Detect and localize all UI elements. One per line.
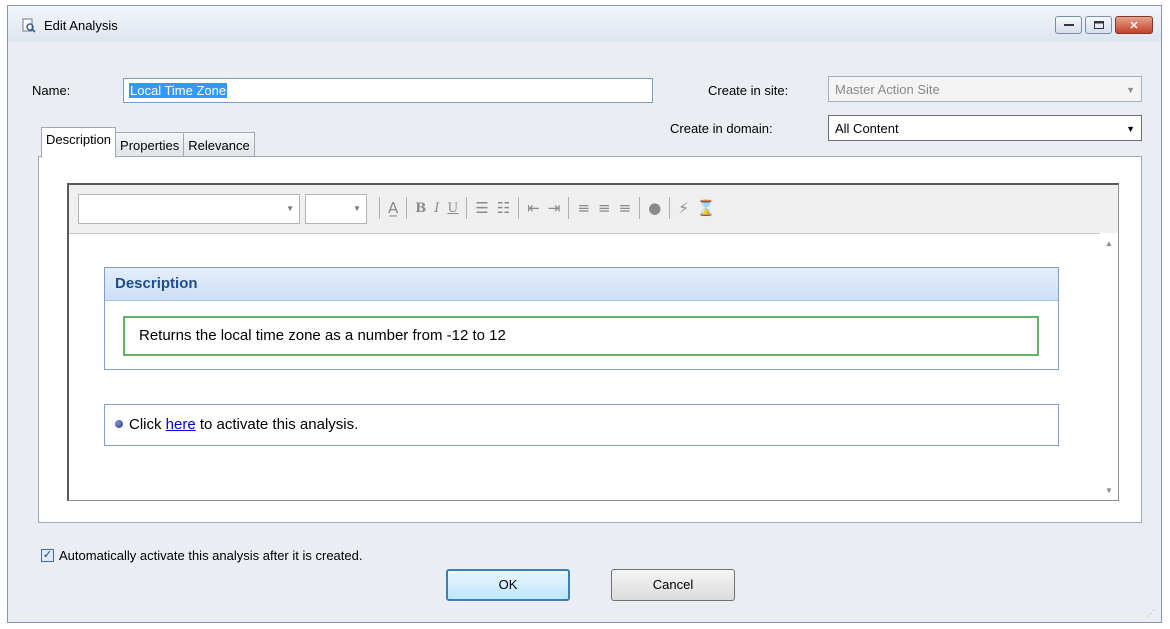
- align-right-icon[interactable]: ≡: [619, 199, 632, 217]
- domain-label: Create in domain:: [670, 121, 773, 136]
- outdent-icon[interactable]: ⇤: [527, 199, 540, 217]
- underline-icon[interactable]: U: [447, 201, 458, 216]
- activate-prefix: Click: [129, 416, 166, 433]
- chevron-down-icon: ▼: [1126, 124, 1135, 134]
- description-heading: Description: [105, 268, 1058, 301]
- tab-strip: Description Properties Relevance: [41, 127, 255, 158]
- auto-activate-label: Automatically activate this analysis aft…: [59, 548, 363, 563]
- wand-icon[interactable]: ⚡: [678, 199, 689, 217]
- minimize-button[interactable]: [1055, 16, 1082, 34]
- tab-properties[interactable]: Properties: [115, 132, 185, 158]
- tab-panel: ▼ ▼ A̲ B I U ☰ ☷ ⇤ ⇥ ≡ ≡ ≡ ● ⚡ ⌛ ▲ ▼ Des…: [38, 156, 1142, 523]
- maximize-icon: [1093, 21, 1104, 29]
- editor-scrollbar[interactable]: ▲ ▼: [1100, 233, 1118, 499]
- name-input[interactable]: Local Time Zone: [123, 78, 653, 103]
- align-center-icon[interactable]: ≡: [598, 199, 611, 217]
- image-icon[interactable]: ⌛: [697, 199, 716, 217]
- domain-select[interactable]: All Content ▼: [828, 115, 1142, 141]
- activate-suffix: to activate this analysis.: [195, 416, 359, 433]
- font-color-icon[interactable]: A̲: [388, 199, 398, 217]
- name-value: Local Time Zone: [129, 83, 228, 98]
- domain-value: All Content: [835, 121, 899, 136]
- site-label: Create in site:: [708, 83, 789, 98]
- title-bar[interactable]: Edit Analysis ✕: [8, 6, 1161, 42]
- activate-section: Click here to activate this analysis.: [104, 404, 1059, 446]
- cancel-button[interactable]: Cancel: [611, 569, 735, 601]
- site-value: Master Action Site: [835, 82, 940, 97]
- editor-toolbar: ▼ ▼ A̲ B I U ☰ ☷ ⇤ ⇥ ≡ ≡ ≡ ● ⚡ ⌛: [69, 185, 1118, 234]
- chevron-down-icon: ▼: [286, 204, 294, 213]
- rich-text-editor[interactable]: ▼ ▼ A̲ B I U ☰ ☷ ⇤ ⇥ ≡ ≡ ≡ ● ⚡ ⌛ ▲ ▼ Des…: [67, 183, 1119, 501]
- auto-activate-checkbox[interactable]: ✓: [41, 549, 54, 562]
- activate-link[interactable]: here: [166, 416, 196, 433]
- italic-icon[interactable]: I: [434, 201, 439, 216]
- font-name-select[interactable]: ▼: [78, 194, 300, 224]
- ok-button[interactable]: OK: [446, 569, 570, 601]
- numbered-list-icon[interactable]: ☰: [475, 199, 488, 217]
- scroll-up-icon[interactable]: ▲: [1105, 239, 1113, 248]
- chevron-down-icon: ▼: [353, 204, 361, 213]
- analysis-icon: [22, 18, 36, 33]
- close-button[interactable]: ✕: [1115, 16, 1153, 34]
- bullet-icon: [115, 420, 123, 428]
- chevron-down-icon: ▼: [1126, 85, 1135, 95]
- link-icon[interactable]: ●: [648, 199, 661, 217]
- tab-relevance[interactable]: Relevance: [183, 132, 255, 158]
- window-title: Edit Analysis: [44, 18, 118, 33]
- edit-analysis-dialog: Edit Analysis ✕ Name: Local Time Zone Cr…: [7, 5, 1162, 623]
- maximize-button[interactable]: [1085, 16, 1112, 34]
- description-section: Description Returns the local time zone …: [104, 267, 1059, 370]
- indent-icon[interactable]: ⇥: [548, 199, 561, 217]
- description-text[interactable]: Returns the local time zone as a number …: [123, 316, 1039, 356]
- tab-description[interactable]: Description: [41, 127, 117, 158]
- bulleted-list-icon[interactable]: ☷: [497, 199, 510, 217]
- scroll-down-icon[interactable]: ▼: [1105, 486, 1113, 495]
- bold-icon[interactable]: B: [415, 201, 426, 216]
- resize-grip-icon[interactable]: ⋰: [1147, 609, 1157, 619]
- name-label: Name:: [32, 83, 71, 98]
- site-select: Master Action Site ▼: [828, 76, 1142, 102]
- minimize-icon: [1063, 24, 1074, 26]
- close-icon: ✕: [1129, 19, 1139, 32]
- align-left-icon[interactable]: ≡: [577, 199, 590, 217]
- font-size-select[interactable]: ▼: [305, 194, 367, 224]
